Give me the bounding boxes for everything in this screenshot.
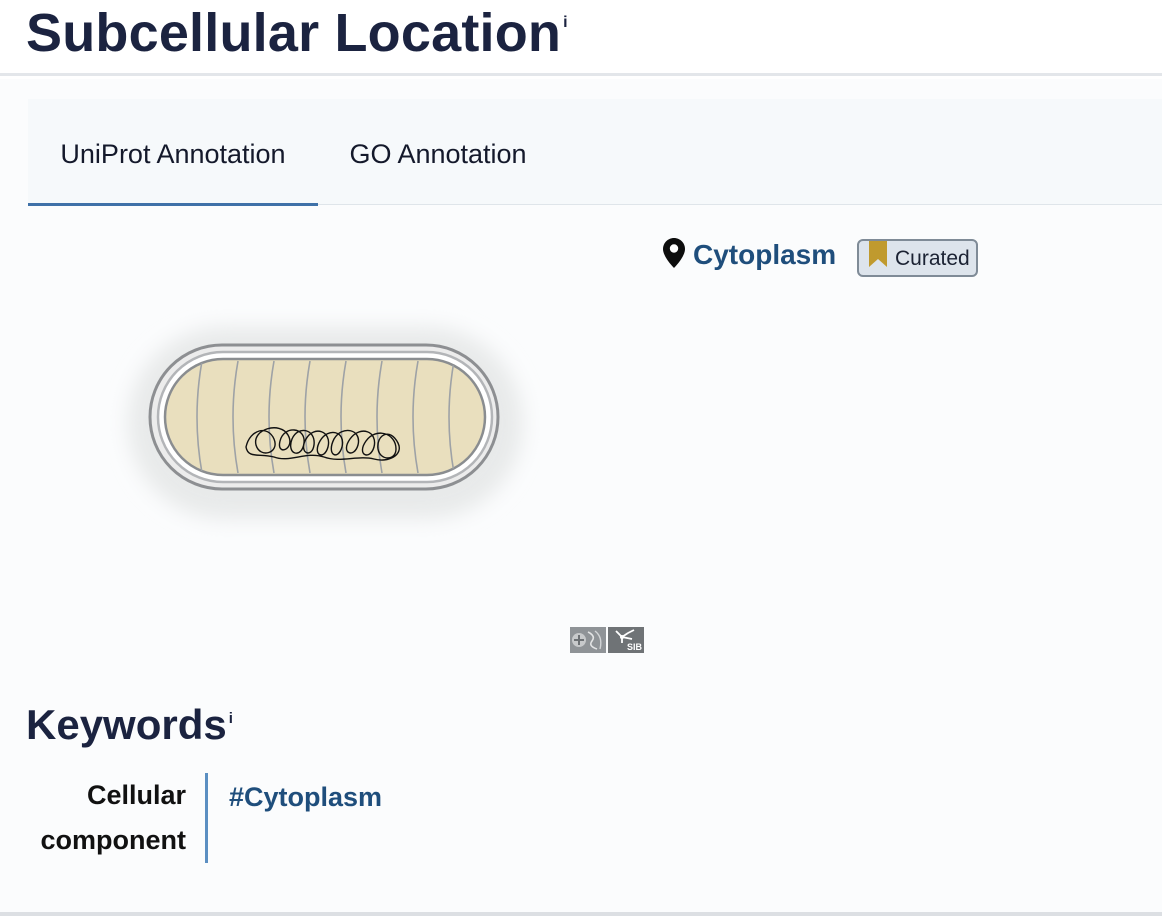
subcellular-location-section: UniProt Annotation GO Annotation Cytopla… [0,79,1162,913]
attribution-logos: SIB [570,627,644,653]
sib-logo-icon[interactable]: SIB [608,627,644,653]
map-pin-icon [663,238,685,268]
tab-uniprot-annotation[interactable]: UniProt Annotation [28,99,318,206]
keyword-category-label: Cellular component [40,780,187,855]
page-title: Subcellular Location i [26,2,568,64]
keywords-title: Keywords i [26,701,233,749]
bookmark-icon [869,241,887,267]
cytoplasm-location-link[interactable]: Cytoplasm [693,239,836,271]
keyword-cytoplasm-link[interactable]: #Cytoplasm [229,782,382,813]
tab-go-annotation[interactable]: GO Annotation [318,99,558,205]
bacterial-cell-illustration [110,309,540,544]
section-bottom-divider [0,912,1162,916]
curated-badge: Curated [857,239,978,277]
curated-label: Curated [895,247,970,270]
keyword-divider [205,773,208,863]
info-marker[interactable]: i [563,14,568,31]
sib-logo-label: SIB [626,642,642,652]
swissbiopics-logo-icon[interactable] [570,627,606,653]
keywords-info-marker[interactable]: i [229,710,233,727]
keywords-title-text: Keywords [26,701,227,748]
annotation-tabs: UniProt Annotation GO Annotation [28,99,1162,206]
page-title-text: Subcellular Location [26,3,562,63]
section-header: Subcellular Location i [0,0,1162,76]
